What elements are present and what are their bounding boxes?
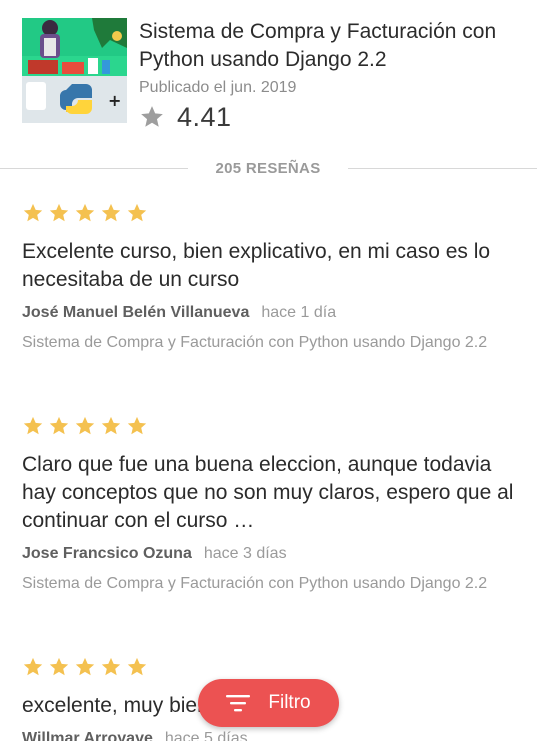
star-icon	[141, 106, 163, 127]
review-text: Claro que fue una buena eleccion, aunque…	[22, 453, 514, 532]
review-item: Excelente curso, bien explicativo, en mi…	[22, 202, 517, 353]
star-icon	[75, 657, 95, 676]
review-meta: Jose Francsico Ozuna hace 3 días	[22, 545, 517, 563]
review-date: hace 1 día	[261, 304, 337, 321]
course-title: Sistema de Compra y Facturación con Pyth…	[139, 20, 497, 71]
star-icon	[101, 416, 121, 435]
review-course-link[interactable]: Sistema de Compra y Facturación con Pyth…	[22, 332, 517, 353]
course-rating: 4.41	[139, 100, 232, 134]
star-icon	[49, 203, 69, 222]
star-icon	[101, 203, 121, 222]
course-header: + Sistema de Compra y Facturación con Py…	[0, 0, 537, 150]
filter-label: Filtro	[268, 692, 311, 713]
star-icon	[23, 203, 43, 222]
review-date: hace 3 días	[203, 545, 287, 562]
star-icon	[127, 657, 147, 676]
filter-icon	[226, 695, 251, 712]
review-author: Jose Francsico Ozuna	[22, 545, 192, 562]
reviews-count-divider: 205 RESEÑAS	[0, 156, 537, 182]
review-text: Excelente curso, bien explicativo, en mi…	[22, 240, 491, 291]
star-icon	[23, 416, 43, 435]
review-date: hace 5 días	[164, 730, 248, 741]
star-icon	[75, 416, 95, 435]
review-meta: Willmar Arroyave hace 5 días	[22, 730, 517, 741]
star-icon	[75, 203, 95, 222]
published-date: Publicado el jun. 2019	[139, 79, 297, 96]
star-icon	[49, 657, 69, 676]
filter-button[interactable]: Filtro	[198, 679, 339, 727]
star-icon	[127, 203, 147, 222]
review-meta: José Manuel Belén Villanueva hace 1 día	[22, 304, 517, 322]
course-thumbnail[interactable]: +	[22, 18, 127, 123]
svg-text:+: +	[108, 91, 121, 110]
star-icon	[23, 657, 43, 676]
review-course-link[interactable]: Sistema de Compra y Facturación con Pyth…	[22, 573, 517, 594]
star-icon	[49, 416, 69, 435]
rating-value: 4.41	[177, 101, 232, 132]
review-stars	[22, 415, 517, 439]
review-stars	[22, 202, 517, 226]
review-stars	[22, 656, 517, 680]
divider-line	[348, 168, 537, 169]
review-item: Claro que fue una buena eleccion, aunque…	[22, 415, 517, 594]
reviews-count-label: 205 RESEÑAS	[215, 160, 321, 177]
star-icon	[127, 416, 147, 435]
star-icon	[101, 657, 121, 676]
review-author: Willmar Arroyave	[22, 730, 153, 741]
review-author: José Manuel Belén Villanueva	[22, 304, 250, 321]
divider-line	[0, 168, 188, 169]
